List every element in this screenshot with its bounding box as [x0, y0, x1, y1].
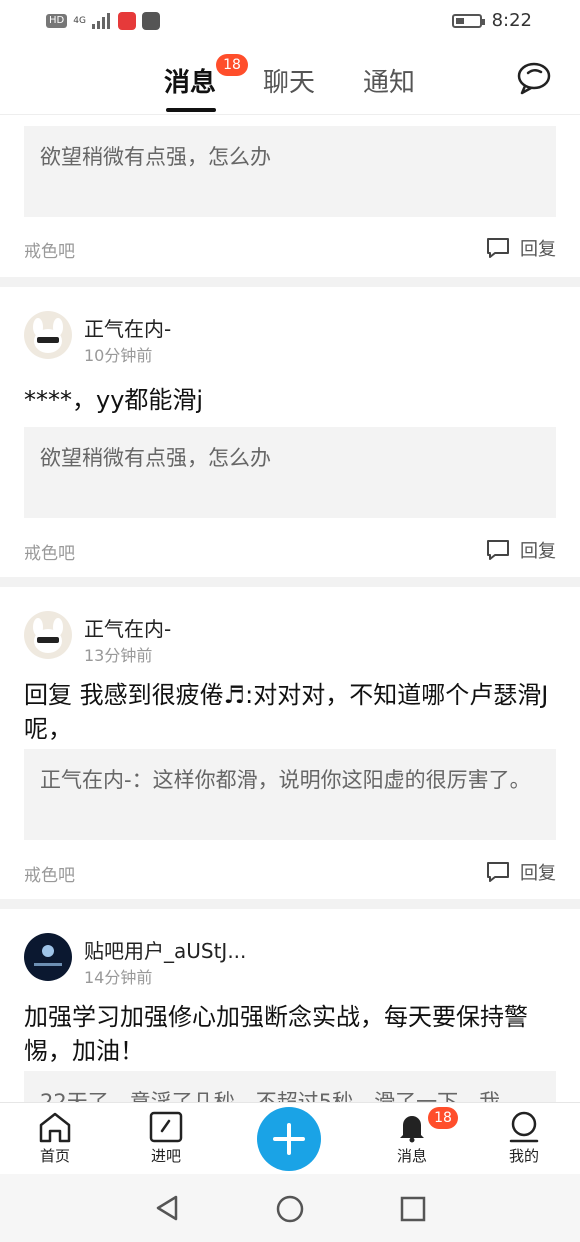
- notification-app-icon: [141, 12, 160, 30]
- nav-messages-label: 消息: [396, 1147, 427, 1165]
- bell-icon: [400, 1116, 424, 1143]
- signal-icon: [91, 13, 110, 29]
- nav-forums[interactable]: 进吧: [131, 1111, 201, 1166]
- nav-home-label: 首页: [39, 1147, 70, 1165]
- reply-label: 回复: [520, 239, 556, 260]
- card-separator: [0, 899, 580, 909]
- reply-content[interactable]: ****，yy都能滑j: [24, 383, 556, 417]
- system-nav-bar: [0, 1174, 580, 1242]
- reply-label: 回复: [520, 541, 556, 562]
- comment-icon: [487, 540, 509, 560]
- post-time: 14分钟前: [84, 968, 153, 987]
- tab-notifications[interactable]: 通知: [363, 62, 415, 99]
- username[interactable]: 正气在内-: [84, 613, 171, 642]
- reply-button[interactable]: 回复: [486, 859, 556, 885]
- chat-bubbles-icon[interactable]: [516, 60, 552, 96]
- reply-card[interactable]: 正气在内- 13分钟前 回复 我感到很疲倦♬:对对对，不知道哪个卢瑟滑J呢， 正…: [0, 587, 580, 899]
- bottom-nav: 首页 进吧 消息 18 我的: [0, 1102, 580, 1175]
- messages-count-badge: 18: [216, 54, 248, 76]
- reply-button[interactable]: 回复: [486, 537, 556, 563]
- nav-profile[interactable]: 我的: [489, 1111, 559, 1166]
- post-time: 10分钟前: [84, 346, 153, 365]
- forum-name[interactable]: 戒色吧: [24, 237, 75, 262]
- status-bar: HD 4G 8:22: [0, 0, 580, 44]
- username[interactable]: 贴吧用户_aUStJ...: [84, 935, 246, 964]
- active-tab-indicator: [166, 108, 216, 112]
- night-sky-avatar-icon: [24, 933, 72, 981]
- post-time: 13分钟前: [84, 646, 153, 665]
- top-tab-bar: 消息 18 聊天 通知: [0, 44, 580, 115]
- avatar[interactable]: [24, 933, 72, 981]
- plus-icon: [273, 1123, 305, 1155]
- tab-messages[interactable]: 消息: [164, 62, 216, 99]
- message-feed[interactable]: 欲望稍微有点强，怎么办 戒色吧 回复 正气在内- 10分钟前 ****，yy都能…: [0, 115, 580, 1102]
- reply-button[interactable]: 回复: [486, 235, 556, 261]
- profile-icon: [509, 1111, 539, 1143]
- enter-forum-icon: [149, 1111, 183, 1143]
- quoted-post[interactable]: 正气在内-：这样你都滑，说明你这阳虚的很厉害了。: [24, 749, 556, 840]
- clock: 8:22: [491, 10, 532, 31]
- comment-icon: [487, 862, 509, 882]
- nav-profile-label: 我的: [508, 1147, 539, 1165]
- back-icon[interactable]: [154, 1194, 180, 1222]
- avatar[interactable]: [24, 311, 72, 359]
- forum-name[interactable]: 戒色吧: [24, 539, 75, 564]
- avatar[interactable]: [24, 611, 72, 659]
- tab-chat[interactable]: 聊天: [263, 62, 315, 99]
- status-right: 8:22: [451, 10, 532, 31]
- status-left: HD 4G: [46, 12, 160, 30]
- nav-forums-label: 进吧: [150, 1147, 181, 1165]
- huawei-app-icon: [117, 12, 136, 30]
- reply-card[interactable]: 正气在内- 10分钟前 ****，yy都能滑j 欲望稍微有点强，怎么办 戒色吧 …: [0, 287, 580, 577]
- network-label: 4G: [73, 15, 86, 26]
- quoted-post[interactable]: 22天了，意淫了几秒，不超过5秒，滑了一下，我: [24, 1071, 556, 1102]
- quoted-post[interactable]: 欲望稍微有点强，怎么办: [24, 126, 556, 217]
- home-circle-icon[interactable]: [276, 1195, 304, 1223]
- quoted-post[interactable]: 欲望稍微有点强，怎么办: [24, 427, 556, 518]
- reply-label: 回复: [520, 863, 556, 884]
- reply-card[interactable]: 欲望稍微有点强，怎么办 戒色吧 回复: [0, 115, 580, 277]
- comment-icon: [487, 238, 509, 258]
- rabbit-avatar-icon: [24, 611, 72, 659]
- reply-content[interactable]: 加强学习加强修心加强断念实战，每天要保持警惕，加油！: [24, 1000, 556, 1068]
- rabbit-avatar-icon: [24, 311, 72, 359]
- nav-messages-badge: 18: [428, 1107, 458, 1129]
- reply-content[interactable]: 回复 我感到很疲倦♬:对对对，不知道哪个卢瑟滑J呢，: [24, 678, 556, 746]
- recents-icon[interactable]: [400, 1196, 426, 1222]
- post-button[interactable]: [257, 1107, 321, 1171]
- card-separator: [0, 277, 580, 287]
- forum-name[interactable]: 戒色吧: [24, 861, 75, 886]
- battery-icon: [451, 13, 485, 28]
- card-separator: [0, 577, 580, 587]
- home-icon: [39, 1112, 71, 1143]
- hd-badge: HD: [46, 14, 68, 28]
- nav-home[interactable]: 首页: [20, 1111, 90, 1166]
- username[interactable]: 正气在内-: [84, 313, 171, 342]
- reply-card[interactable]: 贴吧用户_aUStJ... 14分钟前 加强学习加强修心加强断念实战，每天要保持…: [0, 909, 580, 1102]
